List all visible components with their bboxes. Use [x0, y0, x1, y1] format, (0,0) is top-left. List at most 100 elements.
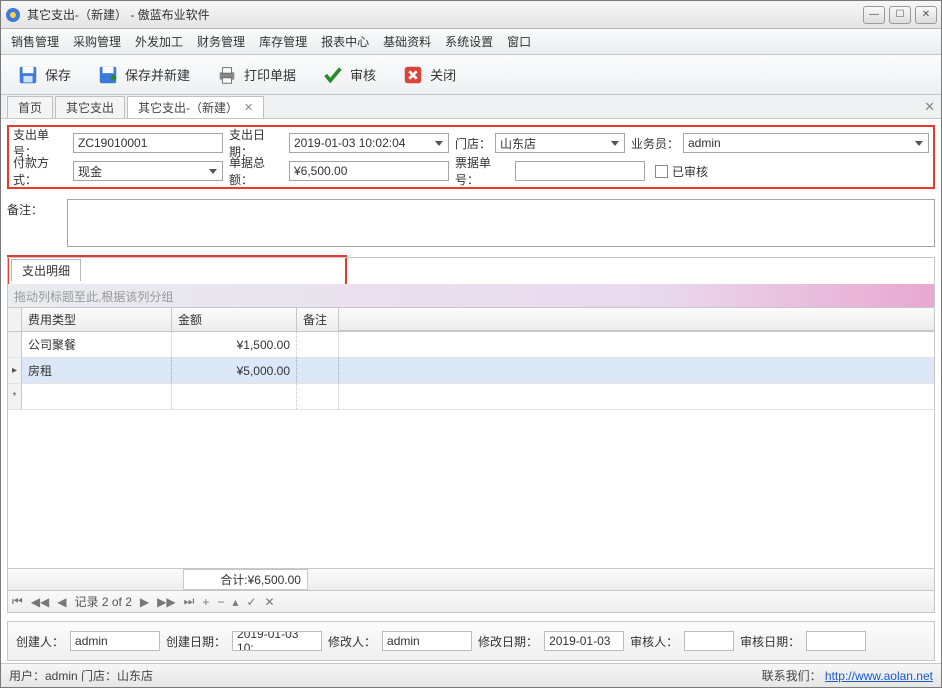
- nav-cancel-icon[interactable]: ✕: [265, 595, 275, 609]
- input-invoice[interactable]: [515, 161, 645, 181]
- field-mtime: 2019-01-03: [544, 631, 624, 651]
- grid-navigator[interactable]: ⏮ ◀◀ ◀ 记录 2 of 2 ▶ ▶▶ ⏭ + − ▴ ✓ ✕: [8, 590, 934, 612]
- label-ctime: 创建日期：: [166, 633, 226, 650]
- nav-prevpage-icon[interactable]: ◀◀: [31, 595, 49, 609]
- form-header-box: 支出单号： ZC19010001 支出日期： 2019-01-03 10:02:…: [7, 125, 935, 189]
- menu-stock[interactable]: 库存管理: [259, 33, 307, 50]
- cell-amount[interactable]: ¥5,000.00: [172, 358, 297, 383]
- close-button[interactable]: ✕: [915, 6, 937, 24]
- menu-report[interactable]: 报表中心: [321, 33, 369, 50]
- status-link[interactable]: http://www.aolan.net: [825, 669, 933, 683]
- menu-outsource[interactable]: 外发加工: [135, 33, 183, 50]
- nav-record-text: 记录 2 of 2: [75, 593, 132, 610]
- input-total[interactable]: ¥6,500.00: [289, 161, 449, 181]
- toolbar: 保存 保存并新建 打印单据 审核 关闭: [1, 55, 941, 95]
- save-button[interactable]: 保存: [11, 60, 77, 90]
- status-user: 用户：admin 门店：山东店: [9, 667, 153, 684]
- minimize-button[interactable]: —: [863, 6, 885, 24]
- dropdown-icon[interactable]: [206, 164, 220, 178]
- field-ctime: 2019-01-03 10:: [232, 631, 322, 651]
- table-row[interactable]: ▸ 房租 ¥5,000.00: [8, 358, 934, 384]
- nav-last-icon[interactable]: ⏭: [184, 594, 195, 609]
- menu-finance[interactable]: 财务管理: [197, 33, 245, 50]
- tab-home[interactable]: 首页: [7, 96, 53, 118]
- cell-remark[interactable]: [297, 332, 339, 357]
- label-total: 单据总额：: [229, 154, 289, 188]
- nav-edit-icon[interactable]: ▴: [232, 595, 238, 609]
- tabs-close-all-icon[interactable]: ✕: [924, 99, 935, 115]
- status-bar: 用户：admin 门店：山东店 联系我们： http://www.aolan.n…: [1, 663, 941, 687]
- nav-del-icon[interactable]: −: [217, 595, 224, 609]
- cell-type[interactable]: 公司聚餐: [22, 332, 172, 357]
- app-window: 其它支出-（新建） - 傲蓝布业软件 — ☐ ✕ 销售管理 采购管理 外发加工 …: [0, 0, 942, 688]
- input-doc-no[interactable]: ZC19010001: [73, 133, 223, 153]
- label-invoice: 票据单号：: [455, 154, 515, 188]
- cell-type[interactable]: 房租: [22, 358, 172, 383]
- grid-body: 公司聚餐 ¥1,500.00 ▸ 房租 ¥5,000.00 *: [8, 332, 934, 410]
- close-doc-button[interactable]: 关闭: [396, 60, 462, 90]
- checkbox-audited[interactable]: 已审核: [655, 163, 708, 180]
- input-date[interactable]: 2019-01-03 10:02:04: [289, 133, 449, 153]
- tab-close-icon[interactable]: ✕: [244, 101, 253, 114]
- tab-expense-list[interactable]: 其它支出: [55, 96, 125, 118]
- dropdown-icon[interactable]: [608, 136, 622, 150]
- save-new-button[interactable]: 保存并新建: [91, 60, 196, 90]
- menu-sales[interactable]: 销售管理: [11, 33, 59, 50]
- input-pay[interactable]: 现金: [73, 161, 223, 181]
- input-sales[interactable]: admin: [683, 133, 929, 153]
- sum-amount: 合计:¥6,500.00: [183, 569, 308, 590]
- label-sales: 业务员：: [631, 135, 683, 152]
- col-remark[interactable]: 备注: [297, 308, 339, 331]
- table-row[interactable]: 公司聚餐 ¥1,500.00: [8, 332, 934, 358]
- row-indicator-new: *: [8, 384, 22, 409]
- detail-grid: 拖动列标题至此,根据该列分组 费用类型 金额 备注 公司聚餐 ¥1,500.00…: [7, 257, 935, 613]
- field-auditor: [684, 631, 734, 651]
- remark-row: 备注：: [7, 199, 935, 247]
- menu-bar: 销售管理 采购管理 外发加工 财务管理 库存管理 报表中心 基础资料 系统设置 …: [1, 29, 941, 55]
- nav-nextpage-icon[interactable]: ▶▶: [157, 595, 175, 609]
- dropdown-icon[interactable]: [432, 136, 446, 150]
- cell-remark[interactable]: [297, 358, 339, 383]
- nav-add-icon[interactable]: +: [202, 595, 209, 609]
- audit-button[interactable]: 审核: [316, 60, 382, 90]
- dropdown-icon[interactable]: [912, 136, 926, 150]
- checkbox-icon: [655, 165, 668, 178]
- close-icon: [402, 64, 424, 86]
- window-title: 其它支出-（新建） - 傲蓝布业软件: [27, 6, 863, 23]
- field-atime: [806, 631, 866, 651]
- label-atime: 审核日期：: [740, 633, 800, 650]
- row-indicator: ▸: [8, 358, 22, 383]
- textarea-remark[interactable]: [67, 199, 935, 247]
- tab-expense-new[interactable]: 其它支出-（新建）✕: [127, 96, 264, 118]
- menu-settings[interactable]: 系统设置: [445, 33, 493, 50]
- nav-first-icon[interactable]: ⏮: [12, 594, 23, 609]
- field-modifier: admin: [382, 631, 472, 651]
- print-button[interactable]: 打印单据: [210, 60, 302, 90]
- menu-purchase[interactable]: 采购管理: [73, 33, 121, 50]
- row-indicator: [8, 332, 22, 357]
- label-remark: 备注：: [7, 199, 67, 247]
- label-creator: 创建人：: [16, 633, 64, 650]
- table-row-new[interactable]: *: [8, 384, 934, 410]
- input-store[interactable]: 山东店: [495, 133, 625, 153]
- menu-window[interactable]: 窗口: [507, 33, 531, 50]
- titlebar: 其它支出-（新建） - 傲蓝布业软件 — ☐ ✕: [1, 1, 941, 29]
- group-hint[interactable]: 拖动列标题至此,根据该列分组: [8, 284, 934, 308]
- col-type[interactable]: 费用类型: [22, 308, 172, 331]
- label-pay: 付款方式：: [13, 154, 73, 188]
- col-amount[interactable]: 金额: [172, 308, 297, 331]
- label-store: 门店：: [455, 135, 495, 152]
- app-logo-icon: [5, 7, 21, 23]
- grid-header: 费用类型 金额 备注: [8, 308, 934, 332]
- label-modifier: 修改人：: [328, 633, 376, 650]
- label-mtime: 修改日期：: [478, 633, 538, 650]
- nav-next-icon[interactable]: ▶: [140, 595, 149, 609]
- nav-prev-icon[interactable]: ◀: [57, 595, 66, 609]
- maximize-button[interactable]: ☐: [889, 6, 911, 24]
- nav-ok-icon[interactable]: ✓: [246, 595, 256, 609]
- save-new-icon: [97, 64, 119, 86]
- audit-footer: 创建人： admin 创建日期： 2019-01-03 10: 修改人： adm…: [7, 621, 935, 661]
- cell-amount[interactable]: ¥1,500.00: [172, 332, 297, 357]
- menu-basedata[interactable]: 基础资料: [383, 33, 431, 50]
- print-icon: [216, 64, 238, 86]
